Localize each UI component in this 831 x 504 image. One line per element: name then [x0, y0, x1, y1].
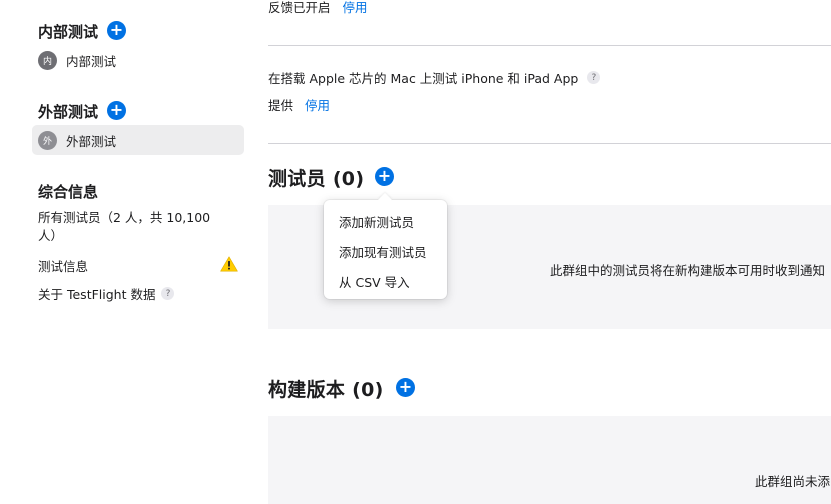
testers-empty-message: 此群组中的测试员将在新构建版本可用时收到通知 [550, 263, 826, 278]
sidebar-item-label: 关于 TestFlight 数据 [38, 287, 156, 302]
group-avatar: 内 [38, 51, 57, 70]
mac-testing-disable-link[interactable]: 停用 [305, 98, 330, 113]
sidebar-item-external-group[interactable]: 外 外部测试 [38, 131, 116, 150]
feedback-disable-link[interactable]: 停用 [343, 0, 368, 15]
mac-testing-status: 提供 [268, 98, 294, 113]
feedback-row: 反馈已开启 停用 [268, 0, 368, 16]
feedback-status: 反馈已开启 [268, 0, 331, 15]
general-info-heading: 综合信息 [38, 183, 99, 201]
external-testing-heading: 外部测试 [38, 103, 99, 121]
add-testers-button[interactable]: + [375, 167, 394, 186]
menu-item-add-new-tester[interactable]: 添加新测试员 [339, 212, 414, 231]
warning-icon [220, 256, 238, 272]
divider [268, 45, 831, 46]
mac-testing-label: 在搭载 Apple 芯片的 Mac 上测试 iPhone 和 iPad App [268, 71, 579, 86]
sidebar-item-label: 内部测试 [66, 54, 117, 69]
builds-empty-panel [268, 416, 831, 504]
sidebar-item-about-testflight[interactable]: 关于 TestFlight 数据 ? [38, 284, 175, 303]
divider [268, 143, 831, 144]
add-external-group-button[interactable]: + [107, 101, 126, 120]
plus-icon: + [398, 376, 413, 396]
add-builds-button[interactable]: + [396, 378, 415, 397]
add-internal-group-button[interactable]: + [107, 21, 126, 40]
sidebar-item-all-testers[interactable]: 所有测试员（2 人，共 10,100 人） [38, 209, 218, 245]
group-avatar: 外 [38, 131, 57, 150]
help-icon[interactable]: ? [587, 71, 601, 84]
menu-pointer [377, 192, 393, 208]
builds-empty-message: 此群组尚未添 [755, 474, 831, 489]
sidebar-item-label: 外部测试 [66, 134, 117, 149]
plus-icon: + [377, 165, 392, 185]
add-testers-menu: 添加新测试员 添加现有测试员 从 CSV 导入 [324, 192, 447, 299]
sidebar-item-test-info[interactable]: 测试信息 [38, 256, 88, 275]
plus-icon: + [109, 99, 124, 119]
testers-section-title: 测试员 (0) [268, 168, 365, 190]
sidebar-item-internal-group[interactable]: 内 内部测试 [38, 51, 116, 70]
plus-icon: + [109, 19, 124, 39]
help-icon[interactable]: ? [161, 287, 175, 300]
menu-item-import-csv[interactable]: 从 CSV 导入 [339, 272, 410, 291]
mac-testing-row: 在搭载 Apple 芯片的 Mac 上测试 iPhone 和 iPad App … [268, 68, 601, 87]
builds-section-title: 构建版本 (0) [268, 379, 384, 401]
internal-testing-heading: 内部测试 [38, 23, 99, 41]
mac-testing-status-row: 提供 停用 [268, 95, 330, 114]
menu-item-add-existing-tester[interactable]: 添加现有测试员 [339, 242, 427, 261]
